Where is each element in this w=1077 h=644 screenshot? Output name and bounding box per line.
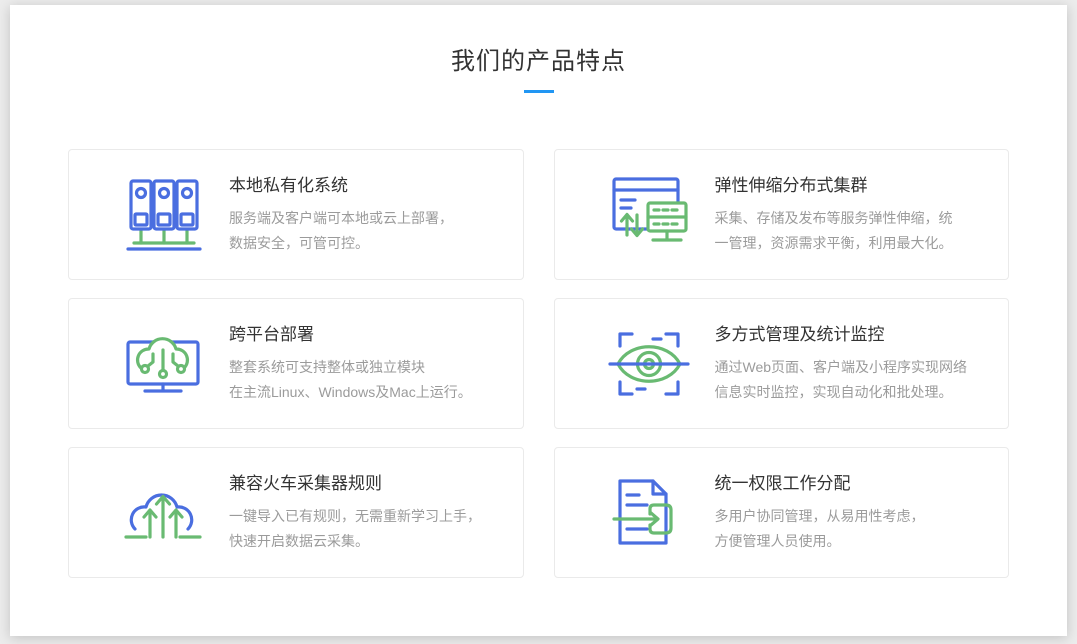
card-title: 统一权限工作分配 <box>715 472 925 496</box>
features-section: 我们的产品特点 <box>10 5 1067 636</box>
feature-card: 统一权限工作分配 多用户协同管理，从易用性考虑， 方便管理人员使用。 <box>554 447 1010 578</box>
document-export-icon <box>605 473 693 553</box>
card-title: 兼容火车采集器规则 <box>229 472 481 496</box>
title-underline <box>524 90 554 93</box>
card-description: 多用户协同管理，从易用性考虑， 方便管理人员使用。 <box>715 504 925 554</box>
feature-card: 兼容火车采集器规则 一键导入已有规则，无需重新学习上手， 快速开启数据云采集。 <box>68 447 524 578</box>
server-rack-icon <box>119 175 207 255</box>
feature-grid: 本地私有化系统 服务端及客户端可本地或云上部署， 数据安全，可管可控。 <box>10 149 1067 578</box>
feature-card: 弹性伸缩分布式集群 采集、存储及发布等服务弹性伸缩，统 一管理，资源需求平衡，利… <box>554 149 1010 280</box>
card-description: 服务端及客户端可本地或云上部署， 数据安全，可管可控。 <box>229 206 453 256</box>
feature-card: 本地私有化系统 服务端及客户端可本地或云上部署， 数据安全，可管可控。 <box>68 149 524 280</box>
feature-card: 跨平台部署 整套系统可支持整体或独立模块 在主流Linux、Windows及Ma… <box>68 298 524 429</box>
section-title: 我们的产品特点 <box>10 45 1067 78</box>
cloud-upload-icon <box>119 473 207 553</box>
card-title: 多方式管理及统计监控 <box>715 323 968 347</box>
card-description: 整套系统可支持整体或独立模块 在主流Linux、Windows及Mac上运行。 <box>229 355 472 405</box>
card-description: 通过Web页面、客户端及小程序实现网络 信息实时监控，实现自动化和批处理。 <box>715 355 968 405</box>
cloud-circuit-monitor-icon <box>119 324 207 404</box>
eye-scan-icon <box>605 324 693 404</box>
card-description: 一键导入已有规则，无需重新学习上手， 快速开启数据云采集。 <box>229 504 481 554</box>
card-title: 本地私有化系统 <box>229 174 453 198</box>
feature-card: 多方式管理及统计监控 通过Web页面、客户端及小程序实现网络 信息实时监控，实现… <box>554 298 1010 429</box>
card-description: 采集、存储及发布等服务弹性伸缩，统 一管理，资源需求平衡，利用最大化。 <box>715 206 953 256</box>
browser-scaling-icon <box>605 175 693 255</box>
card-title: 跨平台部署 <box>229 323 472 347</box>
card-title: 弹性伸缩分布式集群 <box>715 174 953 198</box>
